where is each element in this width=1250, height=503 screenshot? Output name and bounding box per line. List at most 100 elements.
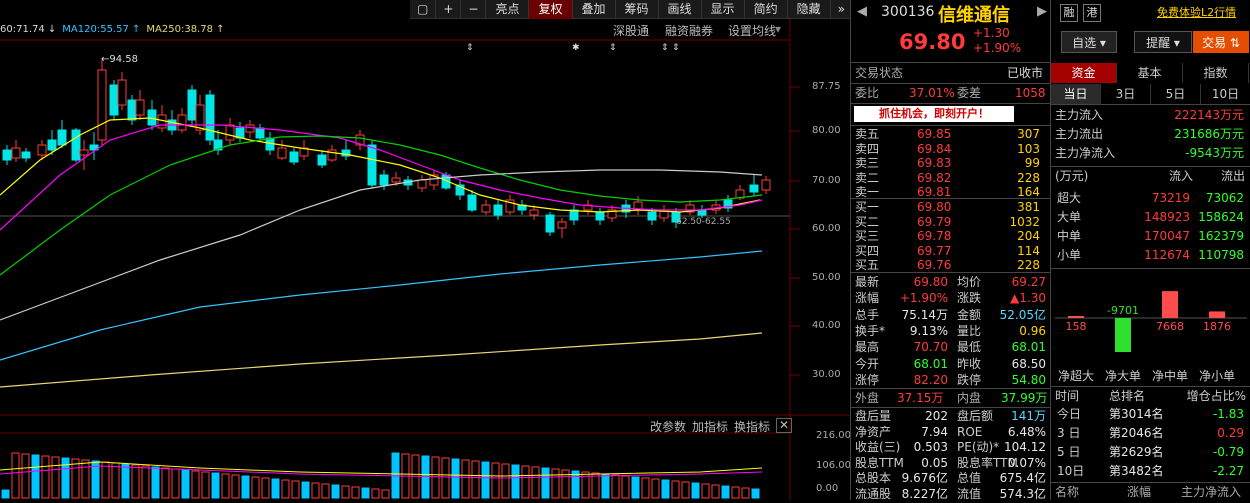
- candle-body: [289, 151, 299, 163]
- prev-stock-icon[interactable]: ◀: [857, 4, 867, 19]
- volume-bar: [601, 473, 610, 499]
- dropdown-arrow-icon[interactable]: ▾: [775, 22, 781, 36]
- rank-time-header: 时间: [1055, 389, 1080, 403]
- volume-bar: [451, 458, 460, 499]
- volume-bar: [281, 479, 290, 499]
- flow-out-value: 162379: [1198, 229, 1244, 243]
- volume-bar: [301, 481, 310, 499]
- volume-bar: [151, 466, 160, 499]
- volume-bar: [611, 474, 620, 499]
- quote-value: 68.01: [1011, 340, 1046, 355]
- toolbar-button[interactable]: 筹码: [616, 0, 659, 19]
- toolbar-button[interactable]: 复权: [529, 0, 573, 19]
- period-tab[interactable]: 5日: [1151, 84, 1201, 104]
- volume-bar: [11, 452, 20, 499]
- close-icon[interactable]: ✕: [776, 418, 793, 433]
- net-flow-bar-chart: 158 净超大 -9701 净大单 7668 净中单 1876 净小单: [1055, 291, 1247, 383]
- candle-body: [545, 214, 555, 233]
- add-indicator-button[interactable]: 加指标: [692, 418, 728, 435]
- fund-value: 0.05: [921, 455, 948, 470]
- info-tab[interactable]: 指数: [1183, 63, 1249, 83]
- rank-value: 第2046名: [1109, 426, 1164, 440]
- remind-button[interactable]: 提醒 ▾: [1134, 31, 1192, 53]
- volume-bar: [141, 465, 150, 499]
- watchlist-button[interactable]: 自选 ▾: [1061, 31, 1117, 53]
- candle-body: [379, 174, 389, 186]
- out-header: 流出: [1221, 169, 1246, 183]
- info-tab[interactable]: 基本: [1117, 63, 1183, 83]
- event-marker: ⇕: [466, 43, 474, 53]
- toolbar-button[interactable]: 简约: [745, 0, 788, 19]
- volume-bar: [721, 485, 730, 499]
- ratio-value: 37.01%: [909, 86, 955, 100]
- kline-chart[interactable]: ⇕ ✱ ⇕ ⇕ ⇕ 60:71.74 ↓ MA120:55.57 ↑ MA250:38.78…: [0, 0, 853, 500]
- volume-bar: [181, 469, 190, 499]
- toolbar-button[interactable]: 隐藏: [788, 0, 831, 19]
- net-flow-value: 1876: [1203, 320, 1231, 333]
- toolbar-button[interactable]: 显示: [702, 0, 745, 19]
- info-tab[interactable]: 资金: [1051, 63, 1117, 83]
- flow-label: 主力流出: [1055, 127, 1104, 141]
- toolbar-button[interactable]: −: [461, 0, 487, 19]
- quote-label: 量比: [957, 323, 982, 338]
- quote-value: 82.20: [913, 372, 948, 387]
- ma-settings-button[interactable]: 设置均线: [728, 22, 776, 39]
- quote-label: 跌停: [957, 372, 982, 387]
- hk-tag: 港: [1083, 4, 1101, 22]
- flow-in-value: 148923: [1144, 210, 1190, 224]
- rank-header: 总排名: [1109, 389, 1146, 403]
- candle-body: [417, 179, 427, 189]
- status-value: 已收市: [1007, 66, 1044, 80]
- volume-bar: [551, 468, 560, 499]
- next-stock-icon[interactable]: ▶: [1037, 4, 1047, 19]
- candle-body: [195, 104, 205, 131]
- hk-connect-link[interactable]: 深股通: [613, 22, 649, 39]
- quote-value: 0.96: [1019, 323, 1046, 338]
- vol-tick-label: 216.00: [816, 430, 851, 441]
- volume-bar: [291, 480, 300, 499]
- volume-bar: [111, 462, 120, 499]
- netflow-col-header[interactable]: 主力净流入: [1181, 484, 1241, 501]
- switch-indicator-button[interactable]: 换指标: [734, 418, 770, 435]
- name-col-header[interactable]: 名称: [1055, 484, 1079, 501]
- candle-body: [245, 124, 255, 133]
- event-marker: ⇕: [609, 43, 617, 53]
- fund-value: 104.12: [1004, 440, 1046, 454]
- l2-promo-link[interactable]: 免费体验L2行情: [1157, 4, 1236, 20]
- flow-in-value: 170047: [1144, 229, 1190, 243]
- chart-toolbar: ▢ + − 亮点 复权 叠加 筹码 画线 显示 简约 隐藏»: [410, 0, 853, 19]
- quote-label: 涨跌: [957, 291, 982, 306]
- period-tab[interactable]: 3日: [1101, 84, 1151, 104]
- volume-bar: [681, 481, 690, 499]
- candle-body: [647, 211, 657, 221]
- toolbar-button[interactable]: 亮点: [486, 0, 530, 19]
- quote-value: 68.50: [1011, 356, 1046, 371]
- margin-link[interactable]: 融资融券: [665, 22, 713, 39]
- volume-bar: [541, 467, 550, 499]
- volume-bar: [431, 456, 440, 499]
- toolbar-button[interactable]: +: [436, 0, 462, 19]
- quote-panel: ◀ 300136 信维通信 ▶ 69.80 +1.30 +1.90% 交易状态 …: [850, 0, 1051, 501]
- fund-value: 7.94: [921, 424, 948, 439]
- change-col-header[interactable]: 涨幅: [1127, 484, 1151, 501]
- volume-bar: [381, 489, 390, 499]
- flow-row-label: 大单: [1057, 210, 1082, 224]
- period-tab[interactable]: 当日: [1051, 84, 1101, 104]
- quote-label: 涨停: [855, 372, 880, 387]
- ma-legend: 60:71.74 ↓ MA120:55.57 ↑ MA250:38.78 ↑: [0, 21, 231, 39]
- open-account-banner[interactable]: 抓住机会，即刻开户！: [854, 106, 1014, 122]
- volume-bar: [521, 465, 530, 499]
- net-flow-category: 净大单: [1105, 369, 1141, 383]
- toolbar-button[interactable]: 叠加: [573, 0, 616, 19]
- rank-time: 3 日: [1057, 426, 1081, 440]
- period-tab[interactable]: 10日: [1201, 84, 1250, 104]
- toolbar-button[interactable]: ▢: [410, 0, 437, 19]
- candle-body: [57, 129, 67, 146]
- toolbar-button[interactable]: 画线: [659, 0, 702, 19]
- trade-button[interactable]: 交易 ⇅: [1193, 31, 1249, 53]
- edit-params-button[interactable]: 改参数: [650, 418, 686, 435]
- quote-value: +1.90%: [899, 291, 948, 306]
- flow-label: 主力流入: [1055, 108, 1104, 122]
- flow-row-label: 中单: [1057, 229, 1082, 243]
- volume-bar: [741, 487, 750, 499]
